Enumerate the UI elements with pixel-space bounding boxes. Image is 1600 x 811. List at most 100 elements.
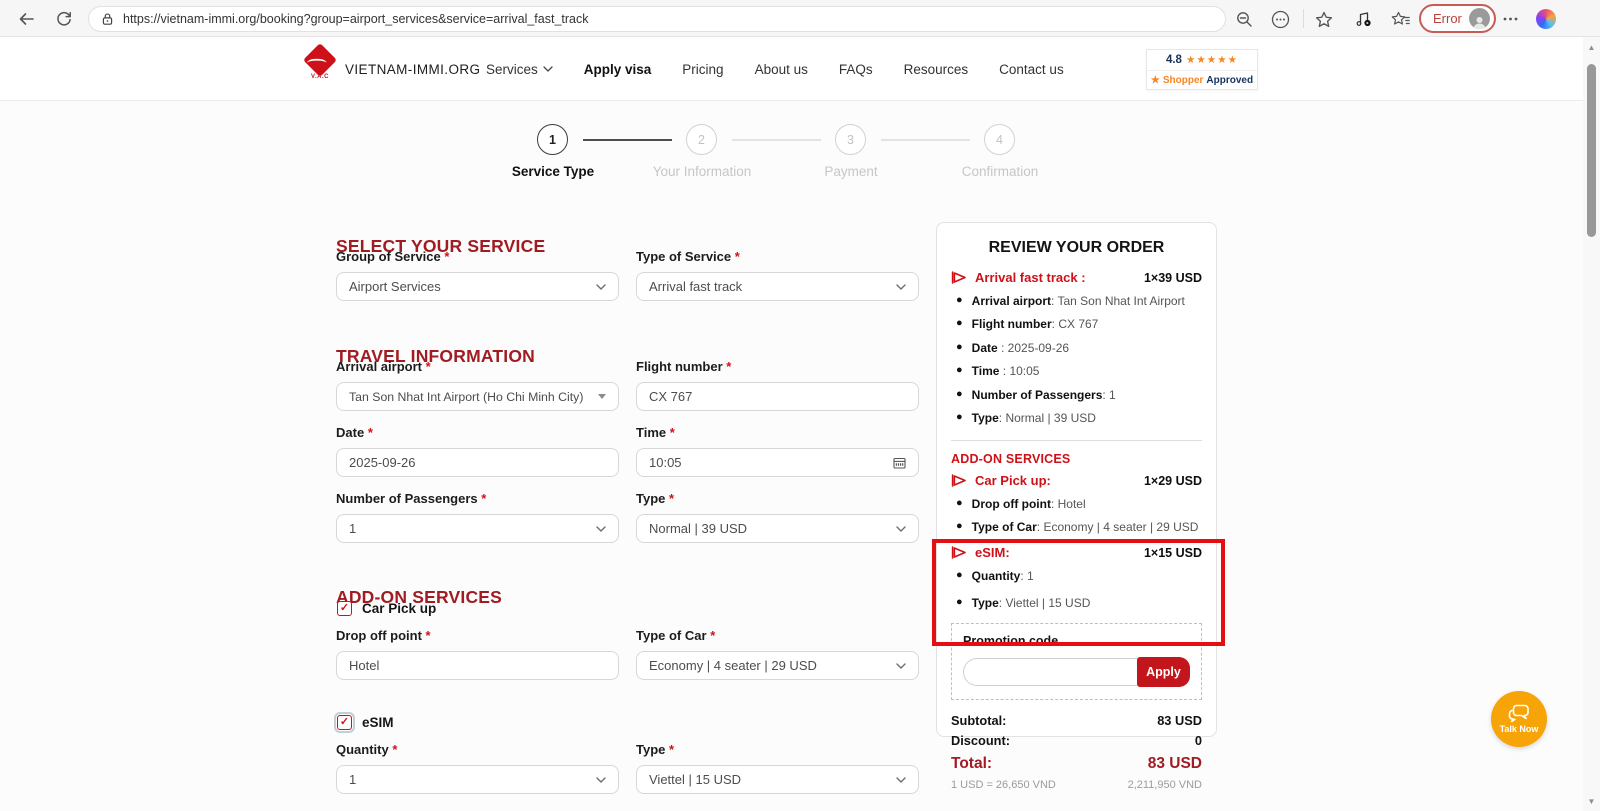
time-input[interactable]: 10:05 (636, 448, 919, 477)
nav-item-contact-us[interactable]: Contact us (999, 62, 1064, 77)
subtotal-row: Subtotal:83 USD (951, 713, 1202, 728)
chevron-down-icon (896, 284, 906, 290)
time-picker-icon (893, 457, 906, 469)
profile-error-label: Error (1433, 11, 1462, 26)
esim-type-select[interactable]: Viettel | 15 USD (636, 765, 919, 794)
review-title: REVIEW YOUR ORDER (951, 239, 1202, 257)
drop-off-label: Drop off point * (336, 628, 619, 643)
passengers-select[interactable]: 1 (336, 514, 619, 543)
date-input[interactable] (336, 448, 619, 477)
chevron-down-icon (896, 777, 906, 783)
step-connector (881, 139, 970, 141)
browser-chrome: https://vietnam-immi.org/booking?group=a… (0, 0, 1600, 37)
chevron-down-icon (896, 663, 906, 669)
flag-icon (951, 474, 967, 487)
order-item-price: 1×15 USD (1144, 546, 1202, 560)
divider (951, 440, 1202, 441)
quantity-label: Quantity * (336, 742, 619, 757)
group-of-service-label: Group of Service * (336, 249, 619, 264)
step-connector (583, 139, 672, 141)
type-of-service-select[interactable]: Arrival fast track (636, 272, 919, 301)
step-3-circle[interactable]: 3 (835, 124, 866, 155)
order-detail: ●Quantity: 1 (956, 569, 1202, 584)
step-4-circle[interactable]: 4 (984, 124, 1015, 155)
review-panel: REVIEW YOUR ORDER Arrival fast track : 1… (936, 222, 1217, 737)
step-1-label: Service Type (478, 164, 628, 179)
media-icon[interactable] (1351, 7, 1375, 31)
time-label: Time * (636, 425, 919, 440)
drop-off-input[interactable] (336, 651, 619, 680)
zoom-out-icon[interactable] (1232, 7, 1256, 31)
nav-item-about-us[interactable]: About us (755, 62, 808, 77)
date-label: Date * (336, 425, 619, 440)
order-detail: ●Type of Car: Economy | 4 seater | 29 US… (956, 520, 1202, 535)
step-1-circle[interactable]: 1 (537, 124, 568, 155)
flight-number-label: Flight number * (636, 359, 919, 374)
nav-item-services[interactable]: Services (486, 62, 553, 77)
car-pickup-checkbox-label: Car Pick up (362, 601, 436, 616)
addon-services-header: ADD-ON SERVICES (951, 452, 1202, 466)
favorites-star-icon[interactable] (1312, 7, 1336, 31)
nav-item-resources[interactable]: Resources (904, 62, 969, 77)
shopper-approved-logo: ★ ShopperApproved (1147, 71, 1257, 90)
type-of-car-select[interactable]: Economy | 4 seater | 29 USD (636, 651, 919, 680)
esim-checkbox[interactable]: ✓ eSIM (337, 715, 394, 730)
chat-bubbles-icon (1507, 704, 1531, 723)
group-of-service-select[interactable]: Airport Services (336, 272, 619, 301)
quantity-select[interactable]: 1 (336, 765, 619, 794)
scroll-thumb[interactable] (1587, 64, 1596, 237)
chevron-down-icon (596, 284, 606, 290)
exchange-rate-row: 1 USD = 26,650 VND2,211,950 VND (951, 779, 1202, 791)
caret-down-icon (598, 394, 606, 399)
brand-logo[interactable]: V.A.C (303, 45, 337, 80)
rating-score: 4.8 (1166, 54, 1182, 66)
scrollbar[interactable]: ▲ ▼ (1583, 37, 1600, 811)
flight-number-input[interactable] (636, 382, 919, 411)
main-nav: Services Apply visa Pricing About us FAQ… (486, 37, 1064, 101)
overflow-menu-icon[interactable] (1498, 7, 1522, 31)
order-detail: ●Date : 2025-09-26 (956, 341, 1202, 356)
back-icon[interactable] (14, 7, 38, 31)
toolbar-divider (1303, 9, 1304, 28)
promo-code-input[interactable] (963, 658, 1137, 686)
apply-button[interactable]: Apply (1137, 657, 1190, 687)
nav-item-apply-visa[interactable]: Apply visa (584, 62, 652, 77)
copilot-icon[interactable] (1534, 7, 1558, 31)
step-4-label: Confirmation (925, 164, 1075, 179)
flag-icon (951, 546, 967, 559)
esim-checkbox-label: eSIM (362, 715, 394, 730)
arrival-airport-select[interactable]: Tan Son Nhat Int Airport (Ho Chi Minh Ci… (336, 382, 619, 411)
promo-box: Promotion code Apply (951, 623, 1202, 700)
nav-item-faqs[interactable]: FAQs (839, 62, 873, 77)
nav-item-pricing[interactable]: Pricing (682, 62, 723, 77)
rating-stars-icon: ★★★★★ (1186, 54, 1238, 66)
rating-badge[interactable]: 4.8 ★★★★★ ★ ShopperApproved (1146, 49, 1258, 90)
service-type-label: Type * (636, 491, 919, 506)
order-item-esim: eSIM: 1×15 USD (951, 545, 1202, 560)
car-pickup-checkbox[interactable]: ✓ Car Pick up (337, 601, 436, 616)
step-2-label: Your Information (627, 164, 777, 179)
chevron-down-icon (543, 66, 553, 72)
more-circle-icon[interactable] (1268, 7, 1292, 31)
brand-name[interactable]: VIETNAM-IMMI.ORG (345, 37, 480, 101)
checkbox-checked-icon: ✓ (337, 601, 352, 616)
scroll-down-icon[interactable]: ▼ (1583, 793, 1600, 809)
order-item-price: 1×29 USD (1144, 474, 1202, 488)
chevron-down-icon (596, 777, 606, 783)
service-type-select[interactable]: Normal | 39 USD (636, 514, 919, 543)
order-detail: ●Number of Passengers: 1 (956, 388, 1202, 403)
order-detail: ●Time : 10:05 (956, 364, 1202, 379)
refresh-icon[interactable] (52, 7, 76, 31)
talk-now-button[interactable]: Talk Now (1491, 691, 1547, 747)
profile-error-badge[interactable]: Error (1419, 4, 1496, 33)
favorites-hub-icon[interactable] (1388, 7, 1412, 31)
lock-icon (101, 12, 114, 26)
order-detail: ●Arrival airport: Tan Son Nhat Int Airpo… (956, 294, 1202, 309)
order-detail: ●Flight number: CX 767 (956, 317, 1202, 332)
discount-row: Discount:0 (951, 733, 1202, 748)
address-bar[interactable]: https://vietnam-immi.org/booking?group=a… (88, 6, 1226, 32)
order-detail: ●Type: Viettel | 15 USD (956, 596, 1202, 611)
scroll-up-icon[interactable]: ▲ (1583, 39, 1600, 55)
order-item-price: 1×39 USD (1144, 271, 1202, 285)
step-2-circle[interactable]: 2 (686, 124, 717, 155)
